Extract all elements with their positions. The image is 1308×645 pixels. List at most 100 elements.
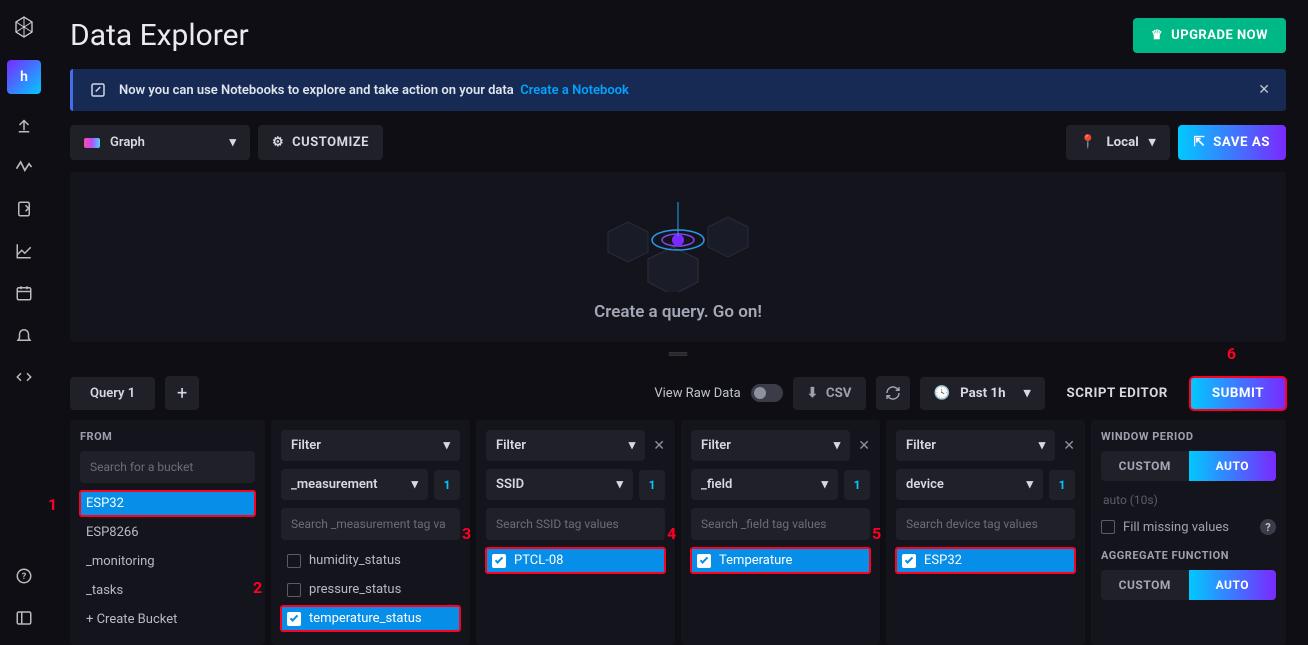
add-query-button[interactable]: + [165,376,199,410]
filter-type-dropdown[interactable]: Filter▾ [281,430,460,461]
chevron-down-icon: ▾ [834,438,841,453]
chevron-down-icon: ▾ [411,477,418,492]
script-editor-button[interactable]: SCRIPT EDITOR [1055,377,1180,410]
annotation-1: 1 [48,495,57,514]
edit-icon [89,81,107,99]
banner-text: Now you can use Notebooks to explore and… [119,83,629,98]
annotation-2: 2 [253,578,262,597]
empty-state-text: Create a query. Go on! [594,302,762,322]
csv-button[interactable]: ⬇ CSV [793,377,866,410]
window-hint: auto (10s) [1101,489,1276,511]
chevron-down-icon: ▾ [1039,438,1046,453]
fill-missing-row[interactable]: Fill missing values ? [1101,519,1276,535]
tag-value-ptcl08[interactable]: PTCL-08 [486,548,665,573]
export-icon: ⇱ [1194,135,1206,150]
tag-key-dropdown[interactable]: _measurement▾ [281,469,428,500]
notebook-icon[interactable] [13,198,35,220]
annotation-3: 3 [462,524,471,543]
notebook-banner: Now you can use Notebooks to explore and… [70,69,1286,111]
pin-icon: 📍 [1080,135,1097,150]
chevron-down-icon: ▾ [229,135,236,150]
tag-search-input[interactable] [486,508,665,540]
create-notebook-link[interactable]: Create a Notebook [520,83,629,98]
info-icon[interactable]: ? [1260,519,1276,535]
timezone-dropdown[interactable]: 📍 Local ▾ [1066,125,1170,160]
dashboard-icon[interactable] [13,240,35,262]
filter-type-dropdown[interactable]: Filter▾ [896,430,1055,461]
bucket-list: ESP32 ESP8266 _monitoring _tasks + Creat… [80,491,255,632]
tag-key-dropdown[interactable]: SSID▾ [486,469,633,500]
chevron-down-icon: ▾ [616,477,623,492]
bucket-item-monitoring[interactable]: _monitoring [80,549,255,574]
tag-value-pressure[interactable]: pressure_status [281,577,460,602]
time-range-dropdown[interactable]: 🕓 Past 1h ▾ [920,377,1045,410]
raw-data-toggle[interactable] [751,384,783,402]
crown-icon: ♛ [1151,28,1163,43]
empty-state-graphic [578,192,778,292]
annotation-4: 4 [667,524,676,543]
clock-icon: 🕓 [934,386,951,401]
sidebar: h ? [0,0,48,645]
collapse-icon[interactable] [13,607,35,629]
tag-count-badge: 1 [844,470,870,500]
help-icon[interactable]: ? [13,565,35,587]
window-custom-button[interactable]: CUSTOM [1101,451,1189,481]
filter-panel-device: 5 Filter▾ ✕ device▾ 1 ESP32 [886,420,1085,645]
upgrade-button[interactable]: ♛ UPGRADE NOW [1133,18,1286,53]
tag-search-input[interactable] [281,508,460,540]
explore-icon[interactable] [13,156,35,178]
filter-panel-measurement: 2 Filter▾ _measurement▾ 1 humidity_statu… [271,420,470,645]
chevron-down-icon: ▾ [821,477,828,492]
close-icon[interactable]: ✕ [1258,82,1270,98]
svg-text:?: ? [22,572,27,582]
from-panel: FROM ESP32 ESP8266 _monitoring _tasks + … [70,420,265,645]
save-as-button[interactable]: ⇱ SAVE AS [1178,125,1287,160]
upload-icon[interactable] [13,114,35,136]
workspace-badge[interactable]: h [7,60,41,94]
customize-button[interactable]: ⚙ CUSTOMIZE [258,125,383,160]
tag-value-device-esp32[interactable]: ESP32 [896,548,1075,573]
visualization-type-dropdown[interactable]: Graph ▾ [70,125,250,160]
tag-value-temperature-status[interactable]: temperature_status [281,606,460,631]
annotation-6: 6 [1227,344,1236,363]
bucket-item-esp32[interactable]: ESP32 [80,491,255,516]
tag-search-input[interactable] [691,508,870,540]
tag-count-badge: 1 [639,470,665,500]
remove-filter-button[interactable]: ✕ [653,438,665,454]
tag-count-badge: 1 [434,470,460,500]
bucket-item-tasks[interactable]: _tasks [80,578,255,603]
filter-type-dropdown[interactable]: Filter▾ [691,430,850,461]
logo-icon[interactable] [11,14,37,40]
tag-search-input[interactable] [896,508,1075,540]
submit-button[interactable]: SUBMIT [1190,377,1286,410]
chevron-down-icon: ▾ [1024,386,1031,401]
tag-count-badge: 1 [1049,470,1075,500]
chevron-down-icon: ▾ [1026,477,1033,492]
tag-value-temperature[interactable]: Temperature [691,548,870,573]
bucket-item-esp8266[interactable]: ESP8266 [80,520,255,545]
bucket-search-input[interactable] [80,451,255,483]
fill-checkbox[interactable] [1101,520,1115,534]
alerts-icon[interactable] [13,324,35,346]
aggregate-label: AGGREGATE FUNCTION [1101,549,1276,562]
gear-icon: ⚙ [272,135,284,150]
graph-icon [84,138,100,148]
query-tab-1[interactable]: Query 1 [70,377,155,410]
aggregate-custom-button[interactable]: CUSTOM [1101,570,1189,600]
settings-icon[interactable] [13,366,35,388]
aggregate-auto-button[interactable]: AUTO [1189,570,1277,600]
remove-filter-button[interactable]: ✕ [1063,438,1075,454]
tasks-icon[interactable] [13,282,35,304]
remove-filter-button[interactable]: ✕ [858,438,870,454]
create-bucket-item[interactable]: + Create Bucket [80,607,255,632]
tag-value-humidity[interactable]: humidity_status [281,548,460,573]
resize-handle[interactable]: ══ [70,342,1286,366]
tag-key-dropdown[interactable]: device▾ [896,469,1043,500]
tag-key-dropdown[interactable]: _field▾ [691,469,838,500]
download-icon: ⬇ [807,386,818,401]
filter-type-dropdown[interactable]: Filter▾ [486,430,645,461]
window-auto-button[interactable]: AUTO [1189,451,1277,481]
chevron-down-icon: ▾ [1149,135,1156,150]
filter-panel-ssid: 3 Filter▾ ✕ SSID▾ 1 PTCL-08 [476,420,675,645]
refresh-button[interactable] [876,376,910,410]
